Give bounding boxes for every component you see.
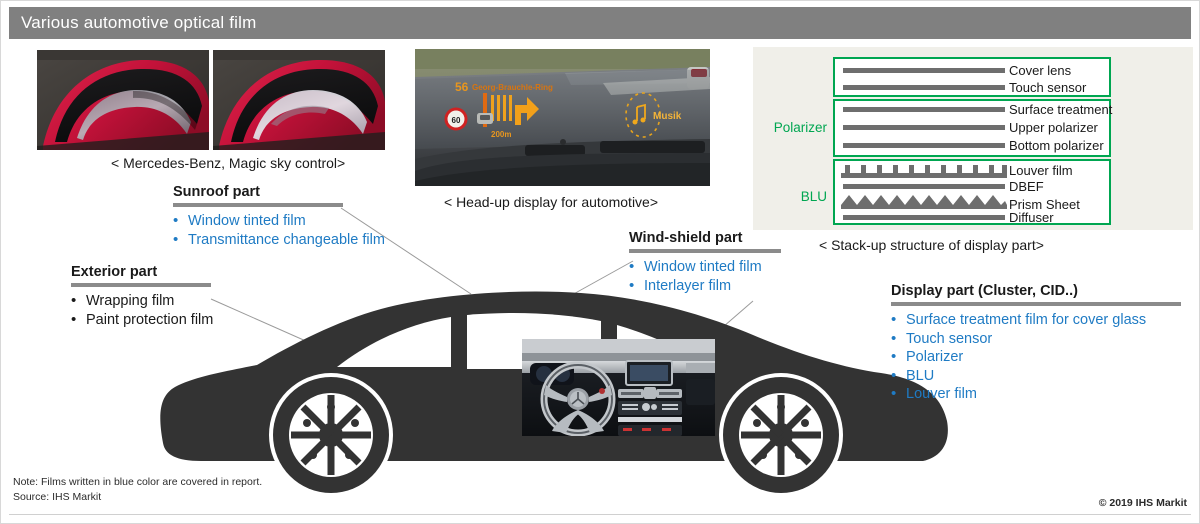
callout-windshield-rule [629, 249, 781, 253]
hud-photo-caption: < Head-up display for automotive> [444, 194, 659, 210]
bullet-icon: • [71, 310, 77, 328]
hud-photo-art: 56 Georg-Brauchle-Ring 200m 60 Musik [415, 49, 710, 186]
footer-note: Note: Films written in blue color are co… [13, 475, 262, 505]
car-wheel-front [719, 373, 843, 497]
stack-layer-label-upper-polarizer: Upper polarizer [1009, 120, 1098, 135]
bullet-icon: • [173, 212, 179, 229]
bullet-icon: • [891, 385, 897, 403]
callout-display-part: Display part (Cluster, CID..) • Surface … [891, 283, 1191, 404]
list-item: • Wrapping film [71, 292, 301, 311]
bullet-icon: • [891, 348, 897, 366]
list-item: • BLU [891, 367, 1191, 386]
stack-layer-label-touch-sensor: Touch sensor [1009, 80, 1087, 95]
page-title: Various automotive optical film [21, 13, 257, 32]
stack-layer-label-bottom-polarizer: Bottom polarizer [1009, 138, 1104, 153]
footer-note-line2: Source: IHS Markit [13, 490, 102, 503]
stack-layer-shape-prism-sheet [841, 195, 1007, 209]
list-item: • Transmittance changeable film [173, 231, 413, 250]
hud-speed-limit-text: 60 [452, 116, 461, 125]
stackup-caption: < Stack-up structure of display part> [819, 237, 1044, 253]
callout-sunroof-item-1: Transmittance changeable film [188, 231, 385, 248]
hud-music-text: Musik [653, 111, 682, 122]
callout-windshield-part: Wind-shield part • Window tinted film • … [629, 230, 849, 295]
sunroof-photo-right [213, 50, 385, 150]
footer-note-line1: Note: Films written in blue color are co… [13, 475, 263, 488]
dashboard-inset-art [522, 339, 715, 436]
callout-display-heading: Display part (Cluster, CID..) [891, 283, 1078, 299]
stack-group-label-polarizer: Polarizer [773, 120, 827, 135]
bullet-icon: • [629, 276, 635, 294]
list-item: • Paint protection film [71, 311, 301, 330]
callout-display-rule [891, 302, 1181, 306]
bullet-icon: • [891, 329, 897, 347]
callout-display-item-2: Polarizer [906, 349, 964, 366]
bullet-icon: • [629, 258, 635, 275]
callout-sunroof-part: Sunroof part • Window tinted film • Tran… [173, 184, 413, 249]
dashboard-inset-photo [522, 339, 715, 436]
callout-windshield-item-1: Interlayer film [644, 277, 732, 294]
stack-layer-label-diffuser: Diffuser [1009, 210, 1054, 225]
sunroof-photo-left-art [37, 50, 209, 150]
car-wheel-rear [269, 373, 393, 497]
stack-layer-label-louver-film: Louver film [1009, 163, 1073, 178]
stack-layer-label-cover-lens: Cover lens [1009, 63, 1072, 78]
callout-display-item-1: Touch sensor [906, 330, 993, 347]
stack-layer-bar-surface-treatment [843, 107, 1005, 112]
list-item: • Polarizer [891, 348, 1191, 367]
list-item: • Louver film [891, 385, 1191, 404]
stack-layer-bar-diffuser [843, 215, 1005, 220]
hud-distance-text: 200m [491, 130, 511, 139]
stack-layer-bar-touch-sensor [843, 85, 1005, 90]
sunroof-photo-left [37, 50, 209, 150]
hud-street-text: Georg-Brauchle-Ring [472, 83, 553, 92]
list-item: • Window tinted film [629, 258, 849, 277]
stack-layer-shape-louver-film [841, 165, 1007, 178]
callout-exterior-item-0: Wrapping film [86, 293, 175, 309]
list-item: • Interlayer film [629, 277, 849, 296]
footer-copyright: © 2019 IHS Markit [1098, 497, 1187, 509]
sunroof-photo-caption: < Mercedes-Benz, Magic sky control> [111, 155, 346, 171]
bullet-icon: • [71, 292, 77, 309]
slide-canvas: Various automotive optical film < Merced… [0, 0, 1200, 524]
callout-exterior-part: Exterior part • Wrapping film • Paint pr… [71, 264, 301, 329]
sunroof-photo-right-art [213, 50, 385, 150]
callout-exterior-heading: Exterior part [71, 264, 158, 280]
list-item: • Touch sensor [891, 330, 1191, 349]
hud-speed-text: 56 [455, 80, 469, 94]
bullet-icon: • [173, 230, 179, 248]
slide-title-bar: Various automotive optical film [9, 7, 1191, 39]
bullet-icon: • [891, 366, 897, 384]
stack-layer-label-surface-treatment: Surface treatment [1009, 102, 1113, 117]
callout-exterior-item-1: Paint protection film [86, 311, 214, 328]
list-item: • Window tinted film [173, 212, 413, 231]
stack-layer-bar-cover-lens [843, 68, 1005, 73]
callout-sunroof-item-0: Window tinted film [188, 213, 306, 229]
bullet-icon: • [891, 311, 897, 328]
callout-windshield-item-0: Window tinted film [644, 259, 762, 275]
hud-photo: 56 Georg-Brauchle-Ring 200m 60 Musik [415, 49, 710, 186]
stackup-diagram: Cover lens Touch sensor Polarizer Surfac… [753, 47, 1193, 230]
stack-layer-bar-upper-polarizer [843, 125, 1005, 130]
callout-windshield-heading: Wind-shield part [629, 230, 743, 246]
callout-sunroof-rule [173, 203, 343, 207]
callout-exterior-rule [71, 283, 211, 287]
callout-sunroof-heading: Sunroof part [173, 184, 260, 200]
callout-display-item-0: Surface treatment film for cover glass [906, 312, 1147, 328]
stack-layer-bar-bottom-polarizer [843, 143, 1005, 148]
footer-divider [9, 514, 1191, 515]
stack-layer-label-dbef: DBEF [1009, 179, 1044, 194]
callout-display-item-3: BLU [906, 367, 935, 384]
stack-group-label-blu: BLU [800, 189, 827, 204]
stack-layer-bar-dbef [843, 184, 1005, 189]
list-item: • Surface treatment film for cover glass [891, 311, 1191, 330]
callout-display-item-4: Louver film [906, 386, 977, 403]
